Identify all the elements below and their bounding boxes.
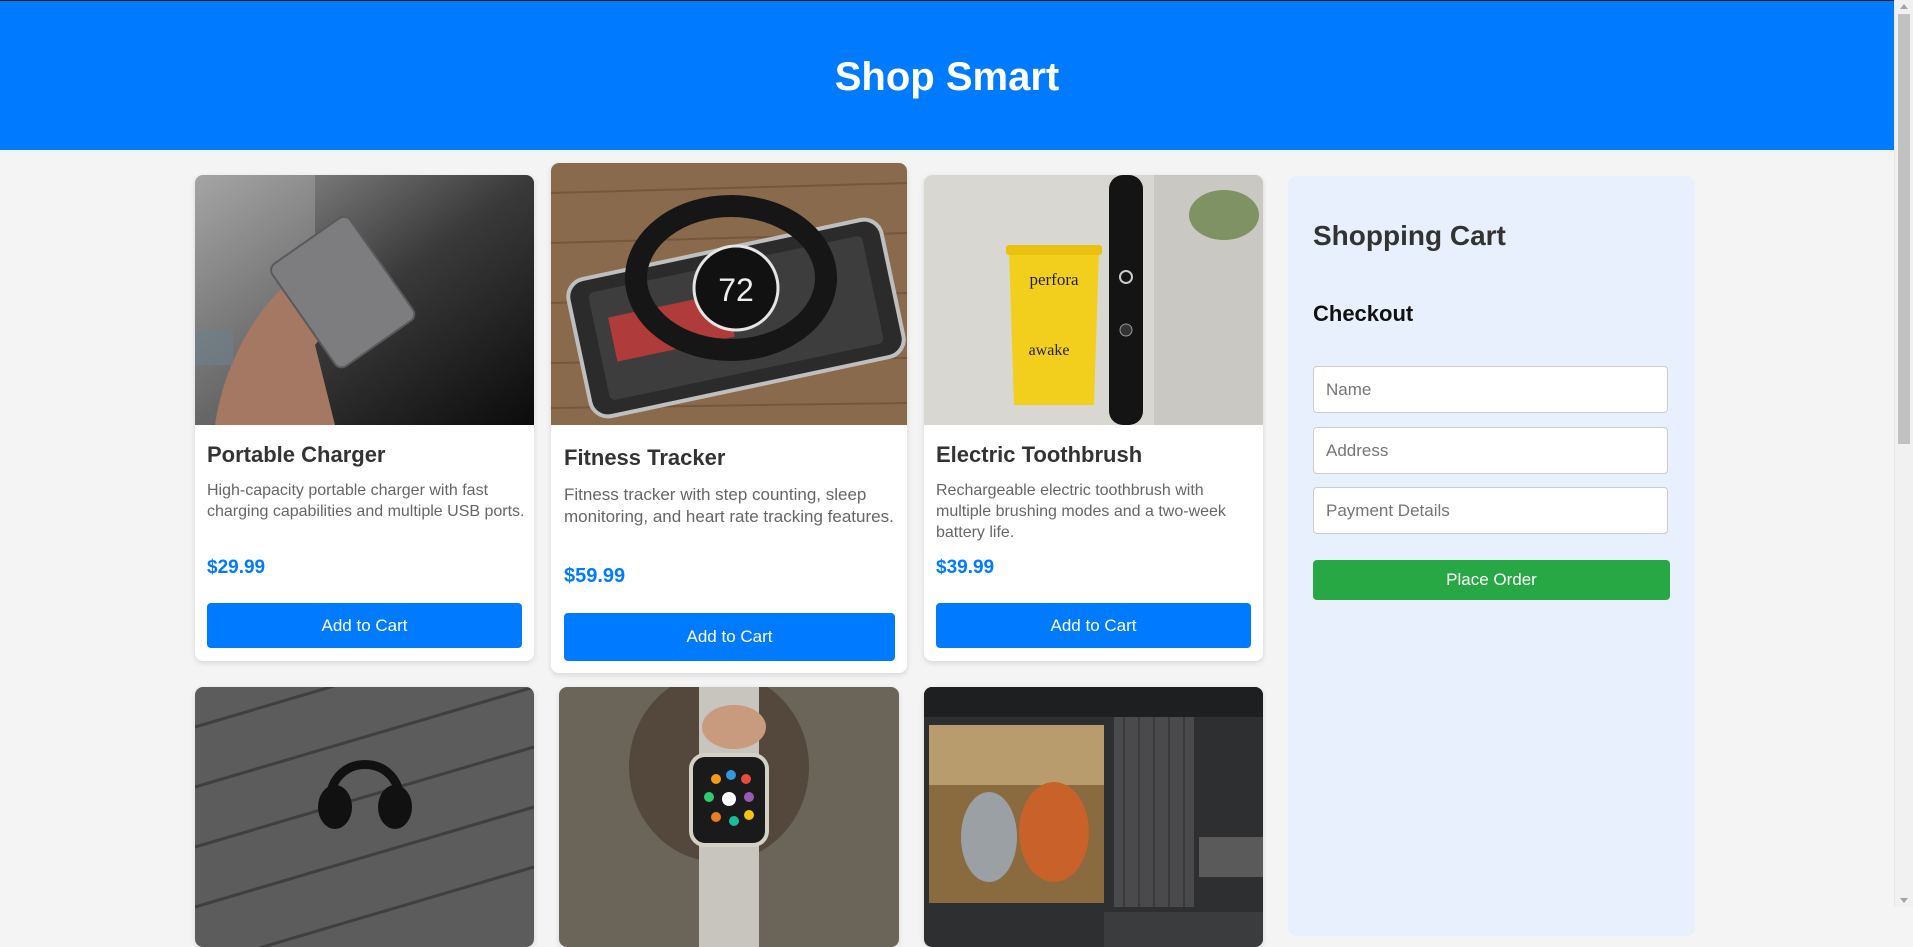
payment-details-input[interactable] [1313, 487, 1668, 534]
electric-toothbrush-image: perfora awake [924, 175, 1263, 425]
product-card-fitness-tracker: 72 Fitness Tracker Fitness tracker with … [551, 163, 907, 673]
fitness-tracker-image: 72 [551, 163, 907, 425]
product-card-headphones [195, 687, 534, 947]
product-price: $59.99 [564, 565, 626, 587]
page-scrollbar[interactable] [1894, 0, 1913, 907]
product-name: Fitness Tracker [564, 445, 726, 470]
product-name: Electric Toothbrush [936, 442, 1143, 467]
add-to-cart-button[interactable]: Add to Cart [564, 613, 895, 661]
name-input[interactable] [1313, 366, 1668, 413]
product-description: High-capacity portable charger with fast… [207, 482, 525, 520]
scroll-up-icon[interactable] [1900, 4, 1908, 9]
add-to-cart-button[interactable]: Add to Cart [207, 603, 522, 648]
site-title: Shop Smart [834, 55, 1060, 99]
product-card-smartwatch [559, 687, 899, 947]
place-order-button[interactable]: Place Order [1313, 560, 1670, 600]
add-to-cart-button[interactable]: Add to Cart [936, 603, 1251, 648]
product-price: $39.99 [936, 557, 995, 578]
site-header: Shop Smart [0, 0, 1894, 150]
product-card-electric-toothbrush: perfora awake Electric Toothbrush Rechar… [924, 175, 1263, 661]
shopping-cart-panel: Shopping Cart Checkout Place Order [1288, 176, 1695, 936]
product-name: Portable Charger [207, 442, 386, 467]
product-card-home-theater [924, 687, 1263, 947]
product-price: $29.99 [207, 557, 266, 578]
checkout-title: Checkout [1313, 301, 1414, 326]
scrollbar-thumb[interactable] [1898, 14, 1910, 444]
scroll-down-icon[interactable] [1900, 898, 1908, 903]
svg-text:72: 72 [718, 272, 754, 308]
smartwatch-image [559, 687, 899, 947]
home-theater-image [924, 687, 1263, 947]
headphones-image [195, 687, 534, 947]
portable-charger-image [195, 175, 534, 425]
address-input[interactable] [1313, 427, 1668, 474]
product-description: Rechargeable electric toothbrush with mu… [936, 482, 1226, 541]
svg-text:perfora: perfora [1029, 270, 1079, 289]
cart-title: Shopping Cart [1313, 220, 1506, 251]
product-card-portable-charger: Portable Charger High-capacity portable … [195, 175, 534, 661]
svg-text:awake: awake [1029, 342, 1070, 359]
product-description: Fitness tracker with step counting, slee… [564, 485, 894, 526]
